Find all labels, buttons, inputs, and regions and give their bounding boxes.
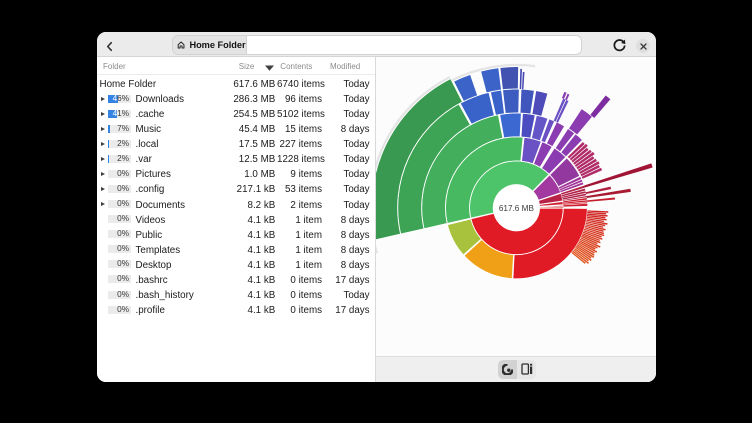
svg-text:617.6 MB: 617.6 MB bbox=[499, 204, 535, 213]
